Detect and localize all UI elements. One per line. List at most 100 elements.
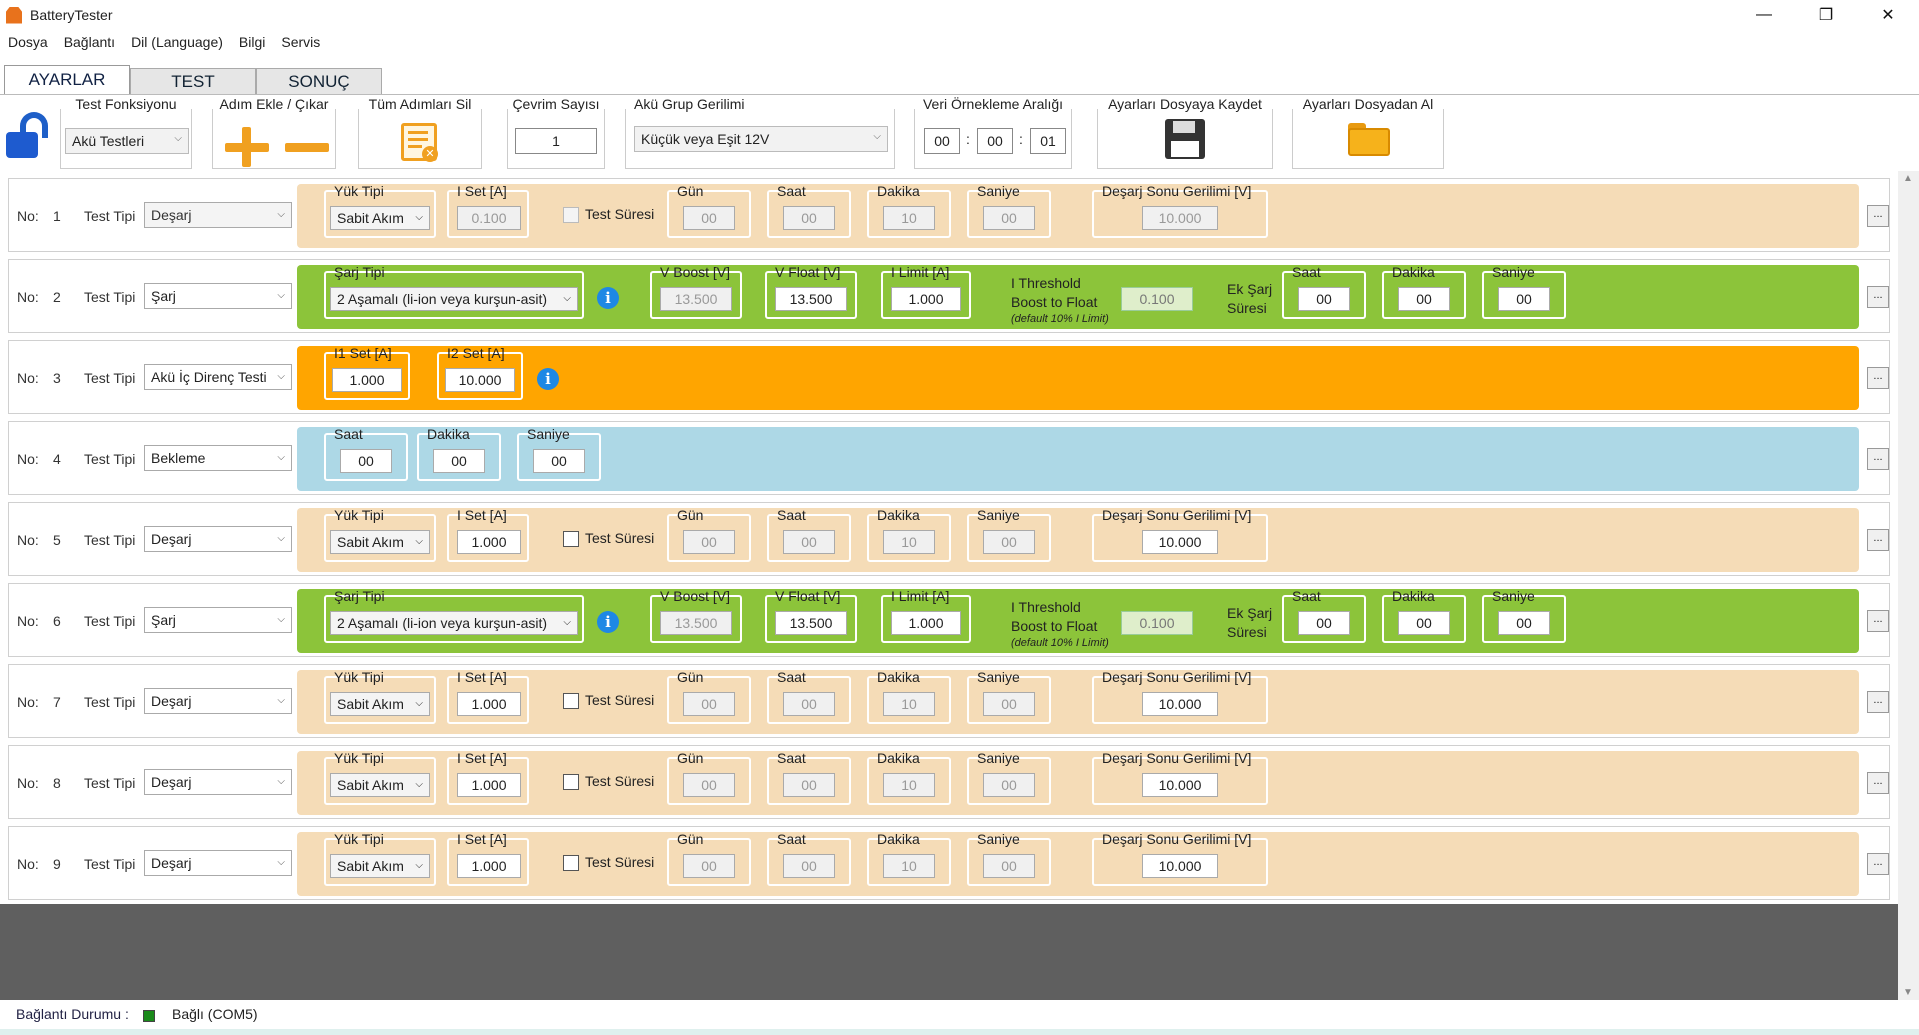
test-type-select[interactable]: Deşarj ⌵: [144, 202, 292, 228]
i-set-input[interactable]: 1.000: [457, 773, 521, 797]
sampling-title: Veri Örnekleme Aralığı: [915, 96, 1071, 112]
end-voltage-input[interactable]: 10.000: [1142, 530, 1218, 554]
step-options-button[interactable]: ...: [1867, 610, 1889, 632]
minute-field: Dakika 10: [867, 669, 951, 724]
maximize-button[interactable]: ❐: [1795, 0, 1857, 30]
minimize-button[interactable]: —: [1733, 0, 1795, 30]
i2-set-input[interactable]: 10.000: [445, 368, 515, 392]
step-options-button[interactable]: ...: [1867, 691, 1889, 713]
test-duration-checkbox[interactable]: [563, 531, 579, 547]
step-no-label: No:: [17, 532, 39, 548]
test-type-value: Bekleme: [151, 450, 206, 466]
sampling-minute-input[interactable]: 00: [977, 128, 1013, 154]
charge-type-select[interactable]: 2 Aşamalı (li-ion veya kurşun-asit) ⌵: [330, 611, 578, 635]
resistance-info-icon[interactable]: i: [537, 368, 559, 390]
tab-test[interactable]: TEST: [130, 68, 256, 94]
load-type-select[interactable]: Sabit Akım ⌵: [330, 773, 430, 797]
step-row: No: 2 Test Tipi Şarj ⌵ Şarj Tipi 2 Aşamalı (li…: [8, 259, 1890, 333]
i-limit-input[interactable]: 1.000: [891, 611, 961, 635]
sampling-second-input[interactable]: 01: [1030, 128, 1066, 154]
charge-type-select[interactable]: 2 Aşamalı (li-ion veya kurşun-asit) ⌵: [330, 287, 578, 311]
test-duration-checkbox[interactable]: [563, 693, 579, 709]
test-duration-checkbox[interactable]: [563, 207, 579, 223]
wait-second-input[interactable]: 00: [533, 449, 585, 473]
step-options-button[interactable]: ...: [1867, 853, 1889, 875]
add-step-icon[interactable]: [225, 127, 269, 167]
wait-minute-input[interactable]: 00: [433, 449, 485, 473]
test-duration-checkbox[interactable]: [563, 855, 579, 871]
save-settings-group: Ayarları Dosyaya Kaydet: [1097, 96, 1273, 169]
extra-hour-input[interactable]: 00: [1298, 611, 1350, 635]
v-float-input[interactable]: 13.500: [775, 611, 847, 635]
i-limit-input[interactable]: 1.000: [891, 287, 961, 311]
close-button[interactable]: ✕: [1857, 0, 1919, 30]
test-duration-checkbox[interactable]: [563, 774, 579, 790]
step-options-button[interactable]: ...: [1867, 529, 1889, 551]
sampling-hour-input[interactable]: 00: [924, 128, 960, 154]
test-type-select[interactable]: Deşarj ⌵: [144, 526, 292, 552]
i-set-input[interactable]: 1.000: [457, 692, 521, 716]
menu-language[interactable]: Dil (Language): [131, 34, 223, 50]
load-type-select[interactable]: Sabit Akım ⌵: [330, 692, 430, 716]
load-type-select[interactable]: Sabit Akım ⌵: [330, 854, 430, 878]
test-type-select[interactable]: Bekleme ⌵: [144, 445, 292, 471]
charge-info-icon[interactable]: i: [597, 611, 619, 633]
step-no-label: No:: [17, 451, 39, 467]
open-folder-icon[interactable]: [1348, 123, 1392, 157]
i2-set-field-title: I2 Set [A]: [447, 345, 505, 361]
extra-second-input[interactable]: 00: [1498, 287, 1550, 311]
step-options-button[interactable]: ...: [1867, 772, 1889, 794]
test-function-select[interactable]: Akü Testleri ⌵: [65, 128, 189, 154]
load-type-field: Yük Tipi Sabit Akım ⌵: [324, 750, 436, 805]
test-type-select[interactable]: Deşarj ⌵: [144, 850, 292, 876]
threshold-hint: (default 10% I Limit): [1011, 313, 1109, 325]
day-input: 00: [683, 692, 735, 716]
remove-step-icon[interactable]: [285, 143, 329, 152]
i1-set-input[interactable]: 1.000: [332, 368, 402, 392]
extra-charge-label-1: Ek Şarj: [1227, 605, 1273, 621]
list-empty-area: [0, 904, 1898, 1000]
scroll-up-icon[interactable]: ▲: [1903, 173, 1913, 184]
scroll-down-icon[interactable]: ▼: [1903, 987, 1913, 998]
i-set-input[interactable]: 1.000: [457, 530, 521, 554]
load-type-field-title: Yük Tipi: [334, 507, 384, 523]
end-voltage-input[interactable]: 10.000: [1142, 692, 1218, 716]
vertical-scrollbar[interactable]: ▲ ▼: [1898, 171, 1919, 1000]
load-type-select[interactable]: Sabit Akım ⌵: [330, 530, 430, 554]
load-type-select-value: Sabit Akım: [337, 210, 404, 226]
group-voltage-select[interactable]: Küçük veya Eşit 12V ⌵: [634, 126, 888, 152]
cycle-count-input[interactable]: 1: [515, 128, 597, 154]
extra-minute-input[interactable]: 00: [1398, 287, 1450, 311]
step-options-button[interactable]: ...: [1867, 448, 1889, 470]
step-options-button[interactable]: ...: [1867, 205, 1889, 227]
end-voltage-input[interactable]: 10.000: [1142, 773, 1218, 797]
day-field-title: Gün: [677, 831, 704, 847]
test-type-select[interactable]: Şarj ⌵: [144, 283, 292, 309]
tab-settings[interactable]: AYARLAR: [4, 65, 130, 94]
step-options-button[interactable]: ...: [1867, 286, 1889, 308]
v-float-field-title: V Float [V]: [775, 264, 841, 280]
test-type-select[interactable]: Deşarj ⌵: [144, 769, 292, 795]
step-options-button[interactable]: ...: [1867, 367, 1889, 389]
delete-all-icon[interactable]: ✕: [401, 123, 438, 162]
chevron-down-icon: ⌵: [563, 293, 571, 304]
tab-result[interactable]: SONUÇ: [256, 68, 382, 94]
unlock-icon[interactable]: [6, 112, 50, 160]
menu-info[interactable]: Bilgi: [239, 34, 265, 50]
test-type-select[interactable]: Akü İç Direnç Testi ⌵: [144, 364, 292, 390]
end-voltage-input[interactable]: 10.000: [1142, 854, 1218, 878]
test-type-select[interactable]: Deşarj ⌵: [144, 688, 292, 714]
v-float-input[interactable]: 13.500: [775, 287, 847, 311]
extra-hour-input[interactable]: 00: [1298, 287, 1350, 311]
extra-minute-input[interactable]: 00: [1398, 611, 1450, 635]
save-floppy-icon[interactable]: [1165, 119, 1205, 159]
menu-connection[interactable]: Bağlantı: [64, 34, 115, 50]
charge-info-icon[interactable]: i: [597, 287, 619, 309]
extra-second-input[interactable]: 00: [1498, 611, 1550, 635]
menu-file[interactable]: Dosya: [8, 34, 48, 50]
i-set-input[interactable]: 1.000: [457, 854, 521, 878]
menu-service[interactable]: Servis: [281, 34, 320, 50]
test-type-select[interactable]: Şarj ⌵: [144, 607, 292, 633]
wait-hour-input[interactable]: 00: [340, 449, 392, 473]
load-type-select[interactable]: Sabit Akım ⌵: [330, 206, 430, 230]
